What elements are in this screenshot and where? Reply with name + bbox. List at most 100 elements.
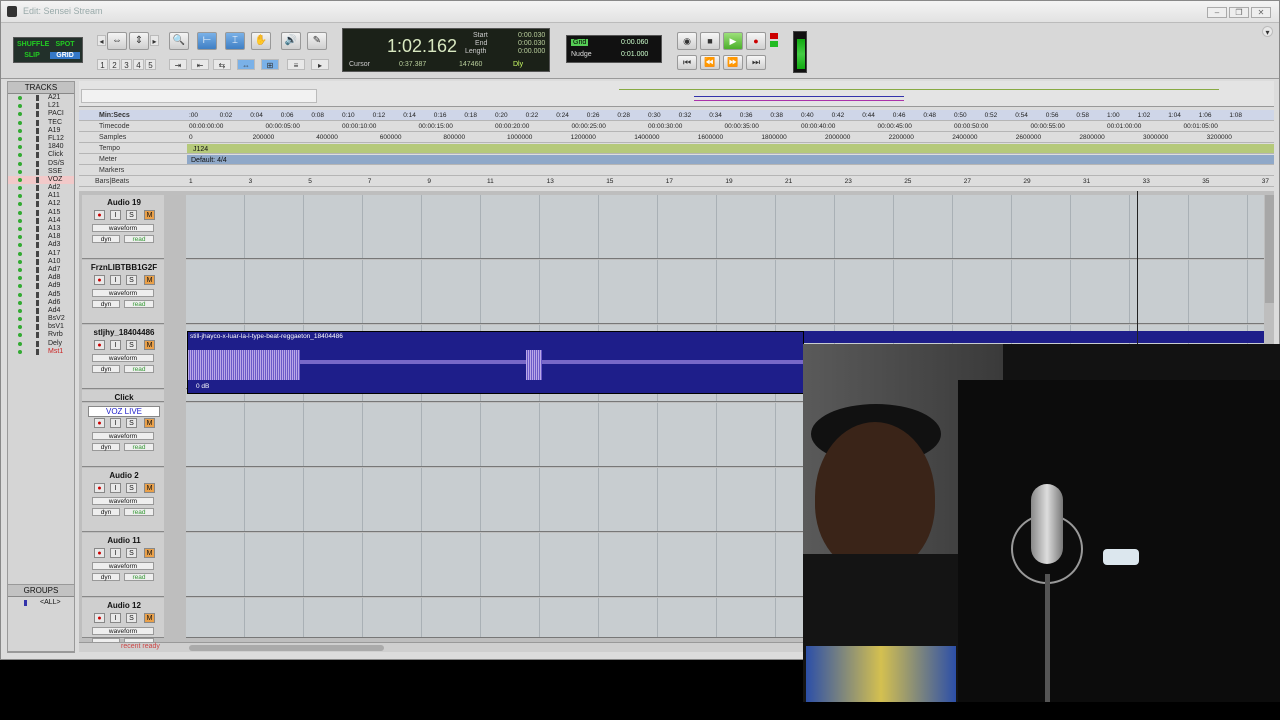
track-visible-icon[interactable] (18, 300, 22, 305)
zoom-preset-4[interactable]: 4 (133, 59, 144, 70)
pencil-tool-icon[interactable]: ✎ (307, 32, 327, 50)
dyn-select[interactable]: dyn (92, 573, 120, 581)
track-visible-icon[interactable] (18, 259, 22, 264)
meter-value[interactable]: Default: 4/4 (191, 157, 227, 164)
solo-button[interactable]: S (126, 613, 137, 623)
return-to-zero-icon[interactable]: ⏮ (677, 55, 697, 70)
track-visible-icon[interactable] (18, 128, 22, 133)
rewind-icon[interactable]: ⏪ (700, 55, 720, 70)
track-name[interactable]: Audio 19 (88, 198, 160, 207)
mute-button[interactable]: M (144, 613, 155, 623)
mute-button[interactable]: M (144, 340, 155, 350)
tracks-list-item[interactable]: Ad9 (8, 282, 74, 290)
tracks-list-item[interactable]: bsV1 (8, 323, 74, 331)
delay-label[interactable]: Dly (513, 61, 523, 68)
groups-panel-title[interactable]: GROUPS (8, 585, 74, 597)
track-visible-icon[interactable] (18, 161, 22, 166)
tracks-list-item[interactable]: TEC (8, 119, 74, 127)
mute-button[interactable]: M (144, 483, 155, 493)
track-view-select[interactable]: waveform (92, 354, 154, 362)
solo-button[interactable]: S (126, 275, 137, 285)
nudge-label[interactable]: Nudge (571, 51, 592, 58)
minimize-icon[interactable]: – (1207, 7, 1227, 18)
tracks-list-item[interactable]: Ad8 (8, 274, 74, 282)
track-name[interactable]: Audio 12 (88, 601, 160, 610)
timecode-ruler[interactable]: Timecode 00:00:00:00 00:00:05:00 00:00:10:… (79, 121, 1274, 132)
track-visible-icon[interactable] (18, 136, 22, 141)
record-enable-button[interactable]: ● (94, 275, 105, 285)
tracks-list-item[interactable]: Dely (8, 340, 74, 348)
tracks-list-item[interactable]: A15 (8, 209, 74, 217)
link-track-icon[interactable]: ⊞ (261, 59, 279, 70)
tracks-list-item[interactable]: A11 (8, 192, 74, 200)
tracks-list-item[interactable]: Ad5 (8, 291, 74, 299)
tracks-list-item[interactable]: Ad4 (8, 307, 74, 315)
zoom-preset-2[interactable]: 2 (109, 59, 120, 70)
track-view-select[interactable]: waveform (92, 432, 154, 440)
horizontal-scrollbar[interactable] (189, 645, 384, 651)
track-visible-icon[interactable] (18, 112, 22, 117)
markers-ruler[interactable]: Markers (79, 165, 1274, 176)
end-value[interactable]: 0:00.030 (518, 40, 545, 47)
tracks-list-item[interactable]: PACI (8, 110, 74, 118)
mode-grid[interactable]: GRID (50, 52, 80, 59)
dyn-select[interactable]: dyn (92, 235, 120, 243)
record-mode-icon[interactable] (770, 33, 778, 39)
dyn-select[interactable]: dyn (92, 508, 120, 516)
bars-ruler[interactable]: Bars|Beats 1 3 5 7 9 11 13 15 17 19 21 23 25 27 29 31 33… (79, 176, 1274, 187)
automation-mode-select[interactable]: read (124, 300, 154, 308)
track-visible-icon[interactable] (18, 284, 22, 289)
tab-to-transient-icon[interactable]: ⇥ (169, 59, 187, 70)
tracks-list-item[interactable]: A17 (8, 250, 74, 258)
track-visible-icon[interactable] (18, 333, 22, 338)
automation-mode-select[interactable]: read (124, 235, 154, 243)
universe-view-box[interactable] (81, 89, 317, 103)
universe-overview[interactable] (79, 81, 1274, 107)
dyn-select[interactable]: dyn (92, 443, 120, 451)
grid-label[interactable]: Grid (571, 39, 589, 46)
track-visible-icon[interactable] (18, 210, 22, 215)
tracks-list-item[interactable]: A12 (8, 200, 74, 208)
audio-region[interactable]: still-jhayco-x-luar-la-l-type-beat-regga… (187, 331, 805, 394)
automation-mode-select[interactable]: read (124, 443, 154, 451)
tracks-list-item[interactable]: L21 (8, 102, 74, 110)
mute-button[interactable]: M (144, 548, 155, 558)
tracks-list-item[interactable]: FL12 (8, 135, 74, 143)
tracks-list-item[interactable]: DS/S (8, 160, 74, 168)
track-name[interactable]: Audio 2 (88, 471, 160, 480)
track-visible-icon[interactable] (18, 194, 22, 199)
restore-icon[interactable]: ❐ (1229, 7, 1249, 18)
group-all-row[interactable]: <ALL> (8, 597, 74, 609)
tracks-list-item[interactable]: SSE (8, 168, 74, 176)
tracks-list-item[interactable]: A19 (8, 127, 74, 135)
online-icon[interactable]: ◉ (677, 32, 697, 50)
dyn-select[interactable]: dyn (92, 365, 120, 373)
record-enable-button[interactable]: ● (94, 483, 105, 493)
grid-lines-icon[interactable]: ▸ (311, 59, 329, 70)
track-visible-icon[interactable] (18, 145, 22, 150)
input-monitor-button[interactable]: I (110, 548, 121, 558)
zoom-preset-5[interactable]: 5 (145, 59, 156, 70)
tempo-value[interactable]: J124 (193, 146, 208, 153)
zoom-horizontal-icon[interactable]: ⇔ (107, 32, 127, 50)
track-visible-icon[interactable] (18, 235, 22, 240)
zoomer-tool-icon[interactable]: 🔍 (169, 32, 189, 50)
zoom-preset-3[interactable]: 3 (121, 59, 132, 70)
zoom-in-icon[interactable]: ▸ (150, 35, 159, 46)
input-monitor-button[interactable]: I (110, 210, 121, 220)
track-name[interactable]: Click (88, 393, 160, 402)
input-monitor-button[interactable]: I (110, 340, 121, 350)
record-enable-button[interactable]: ● (94, 418, 105, 428)
mode-shuffle[interactable]: SHUFFLE (17, 41, 49, 48)
track-view-select[interactable]: waveform (92, 289, 154, 297)
tracks-list-item[interactable]: Ad7 (8, 266, 74, 274)
stop-icon[interactable]: ■ (700, 32, 720, 50)
track-timeline-lane[interactable] (186, 260, 1264, 324)
track-name[interactable]: FrznLIBTBB1G2F (88, 263, 160, 272)
input-monitor-icon[interactable] (770, 41, 778, 47)
toolbar-menu-icon[interactable]: ▾ (1262, 26, 1273, 37)
track-name[interactable]: VOZ LIVE (88, 406, 160, 417)
solo-button[interactable]: S (126, 548, 137, 558)
automation-mode-select[interactable]: read (124, 573, 154, 581)
solo-button[interactable]: S (126, 210, 137, 220)
